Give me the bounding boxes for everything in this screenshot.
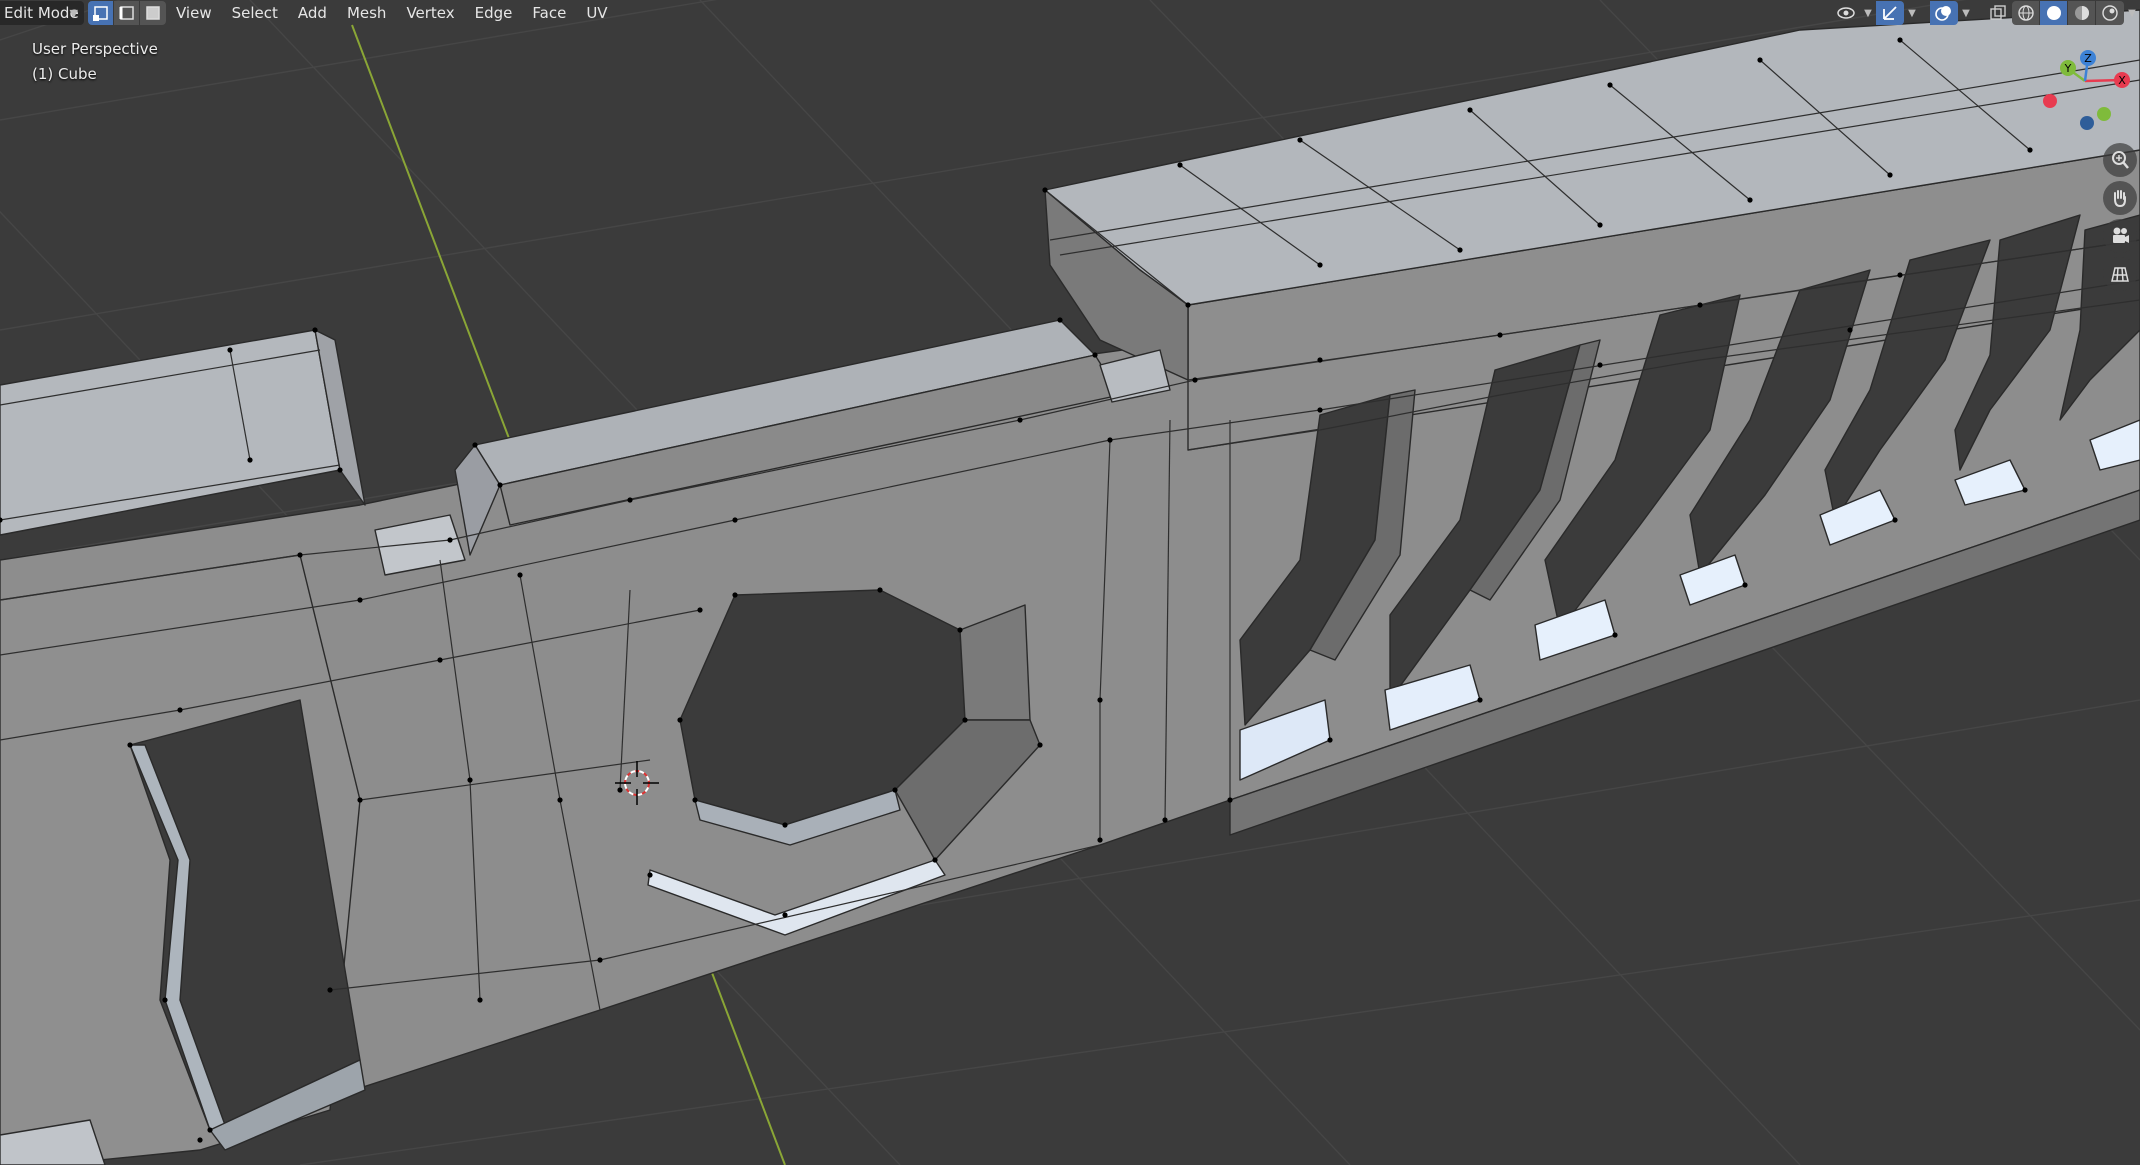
gizmo-toggle-button[interactable] — [1876, 1, 1904, 25]
mesh-object-cube[interactable] — [0, 9, 2140, 1165]
xray-icon — [1990, 5, 2006, 20]
3d-viewport[interactable] — [0, 0, 2140, 1165]
pan-button[interactable] — [2103, 181, 2137, 215]
chevron-down-icon[interactable]: ▼ — [2124, 1, 2140, 25]
perspective-label: User Perspective — [32, 40, 158, 58]
material-shading-icon — [2074, 6, 2089, 20]
menu-select[interactable]: Select — [222, 1, 288, 25]
object-label: (1) Cube — [32, 65, 97, 83]
face-select-icon — [146, 6, 160, 20]
zoom-icon — [2112, 151, 2129, 169]
rendered-shading-icon — [2102, 5, 2118, 21]
material-shading-button[interactable] — [2068, 1, 2096, 25]
xray-toggle-button[interactable] — [1984, 1, 2012, 25]
axis-gizmo[interactable]: X Y Z — [2030, 46, 2140, 136]
ortho-toggle-button[interactable] — [2103, 257, 2137, 291]
vertex-select-button[interactable] — [88, 1, 114, 25]
chevron-down-icon: ▼ — [69, 7, 78, 20]
solid-shading-button[interactable] — [2040, 1, 2068, 25]
wireframe-shading-icon — [2017, 5, 2034, 21]
overlay-toggle-button[interactable] — [1930, 1, 1958, 25]
edge-select-button[interactable] — [114, 1, 140, 25]
overlay-icon — [1935, 6, 1951, 21]
select-mode-group — [88, 1, 166, 25]
chevron-down-icon[interactable]: ▼ — [1958, 1, 1974, 25]
menu-vertex[interactable]: Vertex — [396, 1, 464, 25]
mode-label: Edit Mode — [4, 4, 79, 22]
menu-add[interactable]: Add — [288, 1, 337, 25]
zoom-button[interactable] — [2103, 143, 2137, 177]
menu-face[interactable]: Face — [522, 1, 576, 25]
x-axis-label: X — [2118, 74, 2126, 87]
viewport-header: Edit Mode ▼ View Select Add Mesh Vertex … — [0, 0, 2140, 26]
neg-y-axis-handle[interactable] — [2097, 107, 2111, 121]
rendered-shading-button[interactable] — [2096, 1, 2124, 25]
viewport-info: User Perspective (1) Cube — [32, 37, 158, 87]
edge-select-icon — [119, 6, 134, 20]
pan-hand-icon — [2114, 190, 2126, 208]
solid-shading-icon — [2046, 6, 2061, 20]
gizmo-icon — [1883, 6, 1897, 20]
neg-z-axis-handle[interactable] — [2080, 116, 2094, 130]
face-select-button[interactable] — [140, 1, 166, 25]
camera-icon — [2113, 227, 2129, 243]
menu-uv[interactable]: UV — [576, 1, 617, 25]
chevron-down-icon[interactable]: ▼ — [1904, 1, 1920, 25]
visibility-icon — [1837, 7, 1855, 19]
vertex-select-icon — [92, 6, 108, 21]
y-axis-label: Y — [2064, 62, 2072, 75]
menu-edge[interactable]: Edge — [465, 1, 523, 25]
neg-x-axis-handle[interactable] — [2043, 94, 2057, 108]
header-right-tools: ▼ ▼ ▼ ▼ — [1832, 1, 2140, 25]
header-menu: View Select Add Mesh Vertex Edge Face UV — [166, 1, 618, 25]
grid-ortho-icon — [2111, 267, 2129, 282]
viewport-canvas[interactable] — [0, 0, 2140, 1165]
menu-view[interactable]: View — [166, 1, 222, 25]
mode-dropdown[interactable]: Edit Mode ▼ — [0, 1, 84, 25]
menu-mesh[interactable]: Mesh — [337, 1, 397, 25]
z-axis-label: Z — [2084, 52, 2092, 65]
chevron-down-icon[interactable]: ▼ — [1860, 1, 1876, 25]
camera-view-button[interactable] — [2103, 219, 2137, 253]
visibility-button[interactable] — [1832, 1, 1860, 25]
navigation-gizmo[interactable]: X Y Z — [2030, 46, 2140, 136]
wireframe-shading-button[interactable] — [2012, 1, 2040, 25]
